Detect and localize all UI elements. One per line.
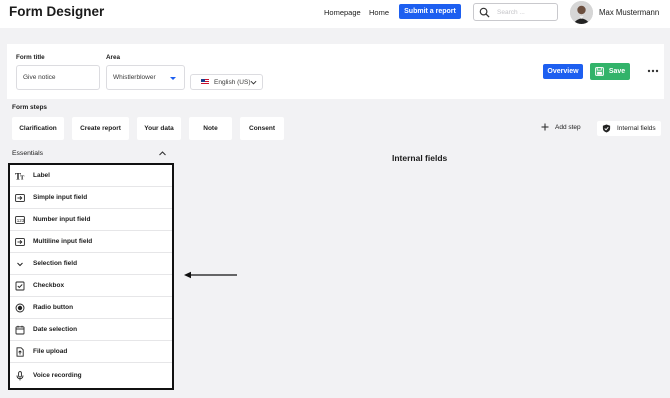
search-input[interactable]: Search ... [473,3,558,21]
field-type-voice-recording[interactable]: Voice recording [10,363,172,388]
checkbox-icon [15,281,25,291]
step-note[interactable]: Note [189,117,232,140]
chevron-down-icon [15,259,25,269]
form-settings-card: Form title Give notice Area Whistlerblow… [7,44,664,99]
form-steps-label: Form steps [12,104,48,111]
field-type-number-input-text: Number input field [33,216,91,223]
nav-homepage-link[interactable]: Homepage [324,8,361,17]
top-bar: Form Designer Homepage Home Submit a rep… [0,0,670,28]
calendar-icon [15,325,25,335]
save-label: Save [608,68,626,75]
search-icon [479,7,490,18]
plus-icon [541,123,549,131]
field-type-voice-recording-text: Voice recording [33,372,82,379]
number-icon: 123 [15,215,25,225]
radio-icon [15,303,25,313]
field-type-number-input[interactable]: 123 Number input field [10,209,172,231]
field-type-multiline-input-text: Multiline input field [33,238,93,245]
field-type-radio-text: Radio button [33,304,74,311]
field-type-label[interactable]: TT Label [10,165,172,187]
annotation-arrow-icon [184,271,237,279]
add-step-label: Add step [555,123,581,131]
file-upload-icon [15,346,25,357]
step-your-data[interactable]: Your data [137,117,181,140]
microphone-icon [15,370,25,381]
canvas-heading: Internal fields [392,153,448,163]
field-type-checkbox[interactable]: Checkbox [10,275,172,297]
search-placeholder: Search ... [497,9,525,16]
internal-fields-button[interactable]: Internal fields [597,121,661,136]
text-icon: TT [15,171,25,181]
field-type-multiline-input[interactable]: Multiline input field [10,231,172,253]
nav-home-link[interactable]: Home [369,8,389,17]
field-type-file-upload-text: File upload [33,348,68,355]
save-icon [594,67,604,76]
step-consent[interactable]: Consent [240,117,284,140]
field-type-selection-text: Selection field [33,260,78,267]
field-type-radio[interactable]: Radio button [10,297,172,319]
avatar[interactable] [570,1,593,24]
field-type-label-text: Label [33,172,50,179]
area-select[interactable]: Whistlerblower [106,65,185,90]
form-title-label: Form title [16,54,45,61]
svg-text:123: 123 [17,218,25,223]
overview-button[interactable]: Overview [543,64,583,79]
chevron-down-icon [250,80,257,85]
shield-icon [602,124,611,133]
add-step-button[interactable]: Add step [541,123,581,131]
submit-report-button[interactable]: Submit a report [399,4,461,19]
caret-down-icon [170,77,176,80]
language-select[interactable]: English (US) [190,74,263,90]
field-type-date[interactable]: Date selection [10,319,172,341]
more-options-icon[interactable] [647,66,659,76]
internal-fields-label: Internal fields [617,125,656,132]
area-label: Area [106,54,121,61]
field-type-simple-input-text: Simple input field [33,194,88,201]
user-name[interactable]: Max Mustermann [599,8,659,17]
step-create-report[interactable]: Create report [72,117,129,140]
essentials-panel: TT Label Simple input field 123 Number i… [8,163,174,390]
field-type-simple-input[interactable]: Simple input field [10,187,172,209]
save-button[interactable]: Save [590,63,630,80]
field-type-selection[interactable]: Selection field [10,253,172,275]
step-clarification[interactable]: Clarification [12,117,64,140]
svg-text:T: T [20,174,25,181]
input-icon [15,193,25,203]
avatar-image [570,1,593,24]
app-title: Form Designer [9,4,105,19]
form-title-input[interactable]: Give notice [16,65,100,90]
multiline-icon [15,237,25,247]
us-flag-icon [201,79,209,85]
language-value: English (US) [214,78,251,86]
field-type-date-text: Date selection [33,326,78,333]
field-type-checkbox-text: Checkbox [33,282,65,289]
form-title-value: Give notice [23,74,56,81]
essentials-header[interactable]: Essentials [12,150,43,157]
area-value: Whistlerblower [113,74,156,81]
chevron-up-icon[interactable] [158,149,167,158]
field-type-file-upload[interactable]: File upload [10,341,172,363]
